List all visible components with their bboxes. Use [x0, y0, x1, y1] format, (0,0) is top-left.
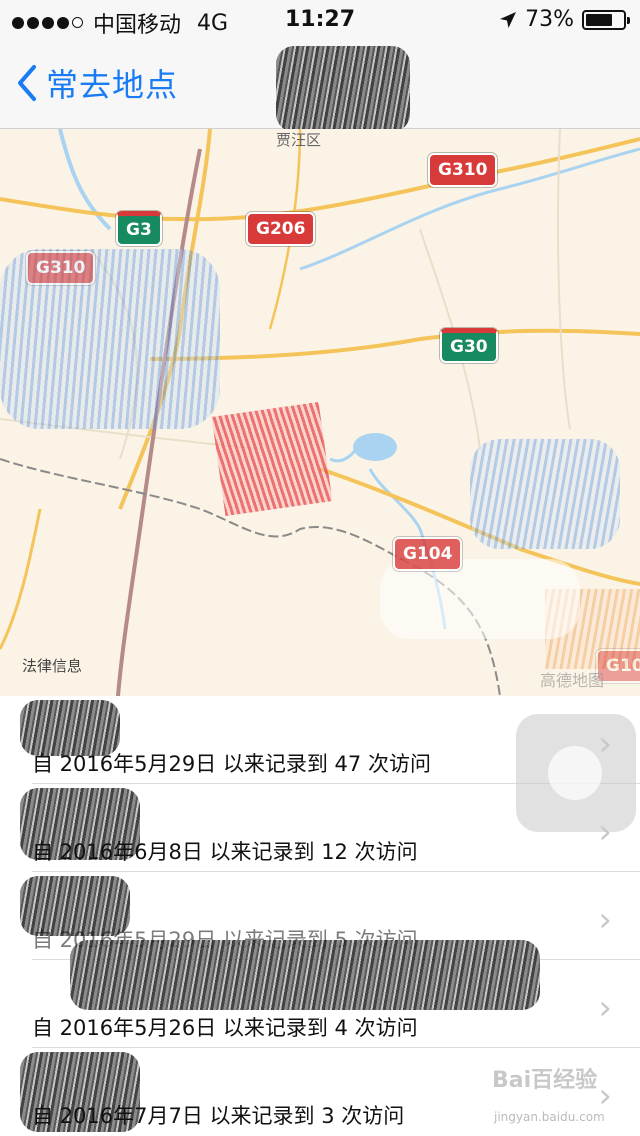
battery-icon [582, 9, 630, 30]
road-shield-g104: G104 [393, 537, 463, 571]
road-shield-g310: G310 [428, 153, 498, 187]
road-shield-g3: G3 [116, 211, 162, 246]
chevron-right-icon: › [598, 900, 612, 940]
chevron-right-icon: › [598, 988, 612, 1028]
list-item[interactable]: 自 2016年5月26日 以来记录到 4 次访问 › [0, 940, 640, 1048]
white-scribble [380, 559, 580, 639]
legal-info-link[interactable]: 法律信息 [22, 655, 82, 676]
assistive-touch-button[interactable] [516, 714, 636, 832]
back-button[interactable]: 常去地点 [14, 60, 178, 106]
visit-summary: 自 2016年5月26日 以来记录到 4 次访问 [32, 1016, 418, 1040]
road-shield-g206: G206 [246, 212, 316, 246]
visit-summary: 自 2016年5月29日 以来记录到 47 次访问 [32, 752, 431, 776]
blue-scribble-right [470, 439, 620, 549]
visit-summary: 自 2016年6月8日 以来记录到 12 次访问 [32, 840, 418, 864]
navigation-bar: 常去地点 [0, 40, 640, 132]
baidu-watermark-url: jingyan.baidu.com [494, 1110, 605, 1124]
road-shield-g310-left: G310 [26, 251, 96, 285]
baidu-watermark: Bai百经验 [492, 1068, 598, 1093]
road-shield-g30: G30 [440, 328, 498, 363]
map-view[interactable]: 贾汪区 G310 G3 G206 G310 G30 G104 G104 法律信息… [0, 129, 640, 696]
redacted-location-name [70, 940, 540, 1010]
red-scribble [211, 401, 333, 517]
location-arrow-icon [500, 11, 517, 28]
back-button-label: 常去地点 [46, 66, 179, 104]
redacted-title [276, 46, 410, 132]
district-label: 贾汪区 [276, 131, 322, 149]
visit-summary: 自 2016年7月7日 以来记录到 3 次访问 [32, 1104, 405, 1128]
status-right: 73% [499, 7, 630, 32]
battery-percent: 73% [525, 7, 574, 32]
chevron-left-icon [18, 65, 36, 101]
map-watermark: 高德地图 [540, 671, 605, 690]
status-bar: 中国移动 4G 11:27 73% [0, 0, 640, 40]
